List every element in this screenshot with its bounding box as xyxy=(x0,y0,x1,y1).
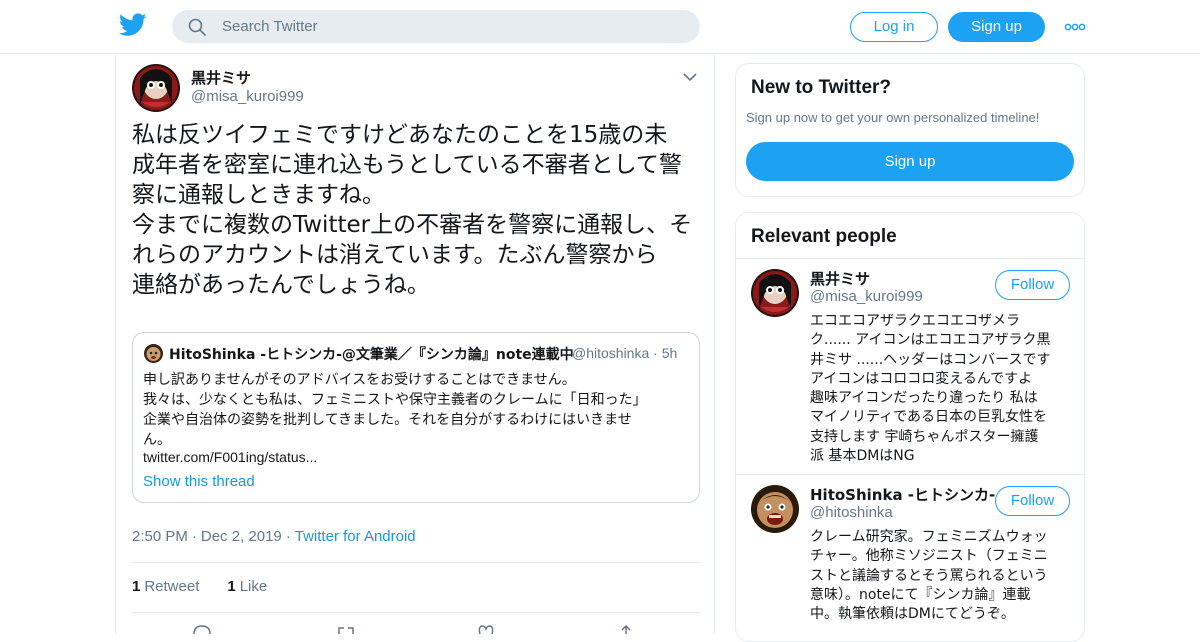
quoted-text-line: ん。 xyxy=(143,432,171,448)
quoted-tweet[interactable]: HitoShinka -ヒトシンカ-@文筆業／『シンカ論』note連載中 @hi… xyxy=(132,332,700,503)
relevant-people-card: Relevant people 黒井ミサ @misa_kuroi999 Foll… xyxy=(735,212,1085,642)
share-icon[interactable] xyxy=(616,624,636,634)
bio-line: エコエコアザラクエコエコザメラ xyxy=(810,313,1020,329)
quoted-author-handle: @hitoshinka · 5h xyxy=(572,345,677,361)
bio-line: クレーム研究家。フェミニズムウォッ xyxy=(810,529,1048,545)
login-button[interactable]: Log in xyxy=(850,12,938,42)
show-thread-link[interactable]: Show this thread xyxy=(143,473,255,490)
author-avatar[interactable] xyxy=(132,64,180,112)
card-title: New to Twitter? xyxy=(751,77,892,98)
person-handle[interactable]: @hitoshinka xyxy=(810,504,893,521)
retweet-count: 1 xyxy=(132,578,141,595)
card-subtitle: Sign up now to get your own personalized… xyxy=(746,110,1040,125)
bio-line: 支持します 宇崎ちゃんポスター擁護 xyxy=(810,428,1039,445)
top-bar: Log in Sign up xyxy=(0,0,1200,54)
tweet-text-line: 連絡があったんでしょうね。 xyxy=(132,272,430,298)
divider xyxy=(132,562,700,563)
author-name[interactable]: 黒井ミサ xyxy=(191,67,251,88)
twitter-bird-icon[interactable] xyxy=(119,13,147,37)
author-handle[interactable]: @misa_kuroi999 xyxy=(191,88,304,105)
divider xyxy=(736,258,1084,259)
tweet-text-line: 私は反ツイフェミですけどあなたのことを15歳の未 xyxy=(132,122,668,148)
bio-line: ストと議論するとそう罵られるという xyxy=(810,567,1048,584)
quoted-time: 5h xyxy=(661,345,678,361)
bio-line: 趣味アイコンだったり違ったり 私は xyxy=(810,390,1038,407)
tweet-text-line: れらのアカウントは消えています。たぶん警察から xyxy=(132,242,658,268)
tweet-text: 私は反ツイフェミですけどあなたのことを15歳の未 成年者を密室に連れ込もうとして… xyxy=(132,120,702,300)
follow-button[interactable]: Follow xyxy=(995,270,1070,300)
signup-button[interactable]: Sign up xyxy=(948,12,1045,42)
bio-line: 井ミサ ......ヘッダーはコンバースです xyxy=(810,351,1051,368)
bio-line: 中。執筆依頼はDMにてどうぞ。 xyxy=(810,606,1015,623)
quoted-handle-text: @hitoshinka xyxy=(572,345,650,361)
like-label: Like xyxy=(239,578,268,595)
separator-dot: · xyxy=(191,528,197,545)
tweet-meta: 2:50 PM · Dec 2, 2019 · Twitter for Android xyxy=(132,528,416,545)
separator-dot: · xyxy=(653,345,662,361)
search-box[interactable] xyxy=(172,10,700,43)
tweet-text-line: 成年者を密室に連れ込もうとしている不審者として警 xyxy=(132,152,682,178)
person-bio: クレーム研究家。フェミニズムウォッ チャー。他称ミソジニスト（フェミニ ストと議… xyxy=(810,528,1072,624)
reply-icon[interactable] xyxy=(192,624,212,634)
bio-line: 派 基本DMはNG xyxy=(810,448,915,465)
search-icon xyxy=(188,18,206,36)
separator-dot: · xyxy=(285,528,291,545)
quoted-author-name: HitoShinka -ヒトシンカ-@文筆業／『シンカ論』note連載中 xyxy=(169,347,574,363)
like-icon[interactable] xyxy=(476,624,496,634)
divider xyxy=(132,612,700,613)
quoted-text-line: 申し訳ありませんがそのアドバイスをお受けすることはできません。 xyxy=(143,372,576,388)
bio-line: マイノリティである日本の巨乳女性を xyxy=(810,409,1048,426)
divider xyxy=(736,474,1084,475)
tweet-stats: 1 Retweet 1 Like xyxy=(132,578,267,595)
new-to-twitter-card: New to Twitter? Sign up now to get your … xyxy=(735,63,1085,197)
person-avatar[interactable] xyxy=(751,485,799,533)
quoted-author-avatar xyxy=(144,344,163,363)
quoted-text-line: 企業や自治体の姿勢を批判してきました。それを自分がするわけにはいきませ xyxy=(143,412,632,428)
tweet-text-line: 今までに複数のTwitter上の不審者を警察に通報し、そ xyxy=(132,212,693,238)
tweet-date[interactable]: Dec 2, 2019 xyxy=(201,528,282,545)
retweet-label: Retweet xyxy=(144,578,200,595)
retweet-stat[interactable]: 1 Retweet xyxy=(132,578,199,595)
bio-line: チャー。他称ミソジニスト（フェミニ xyxy=(810,548,1048,565)
person-avatar[interactable] xyxy=(751,269,799,317)
sidebar-signup-button[interactable]: Sign up xyxy=(746,142,1074,181)
tweet-text-line: 察に通報しときますね。 xyxy=(132,182,385,208)
like-stat[interactable]: 1 Like xyxy=(227,578,267,595)
quoted-text: 申し訳ありませんがそのアドバイスをお受けすることはできません。 我々は、少なくと… xyxy=(143,370,691,450)
card-title: Relevant people xyxy=(751,226,897,247)
tweet-source-link[interactable]: Twitter for Android xyxy=(295,528,416,545)
more-options-icon[interactable] xyxy=(1064,23,1086,31)
retweet-icon[interactable] xyxy=(336,624,356,634)
bio-line: 意味）。noteにて『シンカ論』連載 xyxy=(810,586,1031,603)
like-count: 1 xyxy=(227,578,236,595)
tweet-time[interactable]: 2:50 PM xyxy=(132,528,188,545)
bio-line: ク...... アイコンはエコエコアザラク黒 xyxy=(810,332,1051,349)
chevron-down-icon[interactable] xyxy=(683,72,697,82)
quoted-link[interactable]: twitter.com/F001ing/status... xyxy=(143,449,317,465)
bio-line: アイコンはコロコロ変えるんですよ xyxy=(810,370,1033,387)
tweet-panel: 黒井ミサ @misa_kuroi999 私は反ツイフェミですけどあなたのことを1… xyxy=(115,54,715,634)
follow-button[interactable]: Follow xyxy=(995,486,1070,516)
person-name[interactable]: 黒井ミサ xyxy=(810,268,870,289)
person-bio: エコエコアザラクエコエコザメラ ク...... アイコンはエコエコアザラク黒 井… xyxy=(810,312,1072,466)
search-input[interactable] xyxy=(222,10,682,43)
quoted-text-line: 我々は、少なくとも私は、フェミニストや保守主義者のクレームに「日和った」 xyxy=(143,392,647,408)
person-name[interactable]: HitoShinka -ヒトシンカ-... xyxy=(810,484,1012,505)
person-handle[interactable]: @misa_kuroi999 xyxy=(810,288,923,305)
